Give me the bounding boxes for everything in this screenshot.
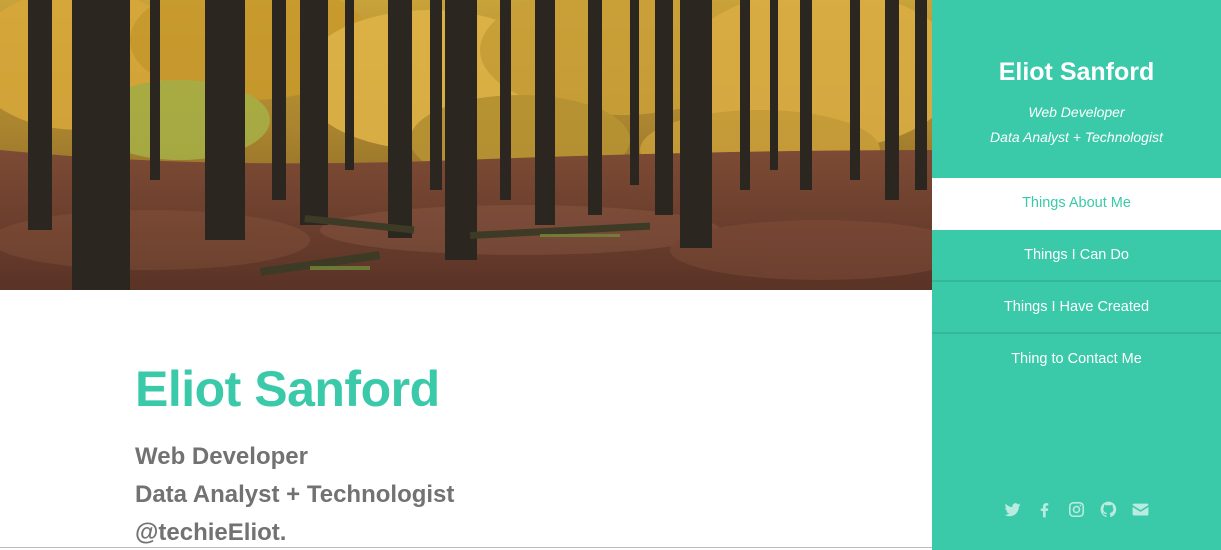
- sidebar: Eliot Sanford Web Developer Data Analyst…: [932, 0, 1221, 550]
- sidebar-name: Eliot Sanford: [998, 58, 1155, 86]
- sidebar-role-1: Web Developer: [1028, 104, 1125, 120]
- sidebar-roles: Web Developer Data Analyst + Technologis…: [932, 100, 1221, 150]
- bottom-divider: [0, 547, 932, 548]
- intro-subtitles: Web Developer Data Analyst + Technologis…: [135, 438, 895, 550]
- twitter-icon[interactable]: [1003, 500, 1022, 519]
- github-icon[interactable]: [1099, 500, 1118, 519]
- sidebar-nav: Things About Me Things I Can Do Things I…: [932, 178, 1221, 384]
- envelope-icon[interactable]: [1131, 500, 1150, 519]
- social-links: [932, 500, 1221, 519]
- instagram-icon[interactable]: [1067, 500, 1086, 519]
- facebook-icon[interactable]: [1035, 500, 1054, 519]
- page: Eliot Sanford Web Developer Data Analyst…: [0, 0, 1221, 550]
- intro-section: Eliot Sanford Web Developer Data Analyst…: [135, 360, 895, 550]
- sidebar-role-2: Data Analyst + Technologist: [990, 129, 1163, 145]
- main-content: Eliot Sanford Web Developer Data Analyst…: [0, 0, 932, 550]
- nav-item-thing-to-contact-me[interactable]: Thing to Contact Me: [932, 334, 1221, 384]
- intro-line-role-2: Data Analyst + Technologist: [135, 481, 455, 508]
- intro-line-handle: @techieEliot.: [135, 519, 287, 546]
- hero-forest-image: [0, 0, 932, 290]
- nav-item-things-i-have-created[interactable]: Things I Have Created: [932, 282, 1221, 334]
- nav-item-things-about-me[interactable]: Things About Me: [932, 178, 1221, 230]
- intro-line-role: Web Developer: [135, 443, 308, 470]
- nav-item-things-i-can-do[interactable]: Things I Can Do: [932, 230, 1221, 282]
- page-title: Eliot Sanford: [135, 361, 440, 417]
